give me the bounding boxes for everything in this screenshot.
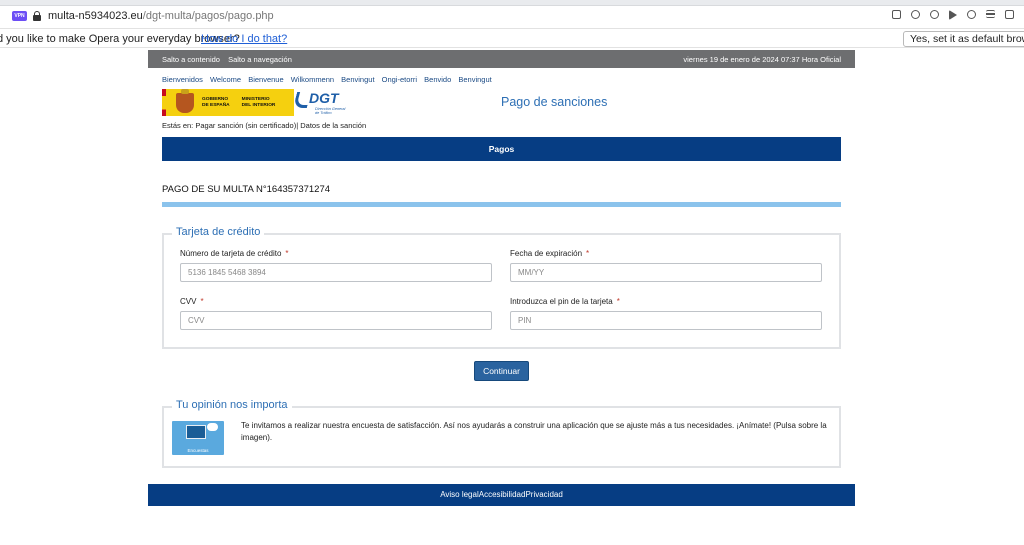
- cvv-input[interactable]: CVV: [180, 311, 492, 330]
- expiry-field: Fecha de expiración * MM/YY: [510, 249, 822, 282]
- set-default-button[interactable]: Yes, set it as default browser: [903, 31, 1024, 47]
- datetime: viernes 19 de enero de 2024 07:37 Hora O…: [683, 54, 841, 64]
- lang-link[interactable]: Benvingut: [458, 75, 491, 84]
- address-bar[interactable]: VPN multa-n5934023.eu/dgt-multa/pagos/pa…: [0, 6, 1024, 28]
- heart-icon[interactable]: [967, 10, 976, 19]
- chat-bubble-icon: [207, 423, 218, 431]
- coat-of-arms-icon: [176, 88, 194, 113]
- divider-bar: [162, 202, 841, 207]
- survey-text: Te invitamos a realizar nuestra encuesta…: [241, 421, 827, 442]
- skip-content-link[interactable]: Salto a contenido: [162, 55, 220, 64]
- pin-input[interactable]: PIN: [510, 311, 822, 330]
- gobierno-text: GOBIERNO DE ESPAÑA: [202, 96, 230, 108]
- survey-legend: Tu opinión nos importa: [172, 399, 292, 411]
- flag-stripe: [162, 89, 166, 116]
- card-form-legend: Tarjeta de crédito: [172, 226, 265, 238]
- survey-box: Tu opinión nos importa Encuestas Te invi…: [162, 399, 841, 468]
- menu-icon[interactable]: [986, 10, 995, 18]
- lang-link[interactable]: Benvingut: [341, 75, 374, 84]
- page-title: Pago de sanciones: [501, 95, 608, 109]
- tablet-icon: [186, 425, 206, 439]
- lang-link[interactable]: Welcome: [210, 75, 241, 84]
- lock-icon[interactable]: [33, 11, 41, 21]
- url-text[interactable]: multa-n5934023.eu/dgt-multa/pagos/pago.p…: [48, 10, 274, 22]
- card-form: Tarjeta de crédito Número de tarjeta de …: [162, 226, 841, 349]
- expiry-input[interactable]: MM/YY: [510, 263, 822, 282]
- play-icon[interactable]: [949, 10, 957, 20]
- ministerio-text: MINISTERIO DEL INTERIOR: [241, 96, 276, 108]
- top-gray-bar: Salto a contenido Salto a navegación vie…: [148, 50, 855, 68]
- footer-accessibility-link[interactable]: Accesibilidad: [479, 490, 526, 499]
- footer-legal-link[interactable]: Aviso legal: [440, 490, 479, 499]
- vpn-badge[interactable]: VPN: [12, 11, 27, 21]
- page-content: Salto a contenido Salto a navegación vie…: [148, 50, 855, 506]
- card-number-field: Número de tarjeta de crédito * 5136 1845 …: [180, 249, 492, 282]
- lang-link[interactable]: Benvido: [424, 75, 451, 84]
- multa-title: PAGO DE SU MULTA N°164357371274: [162, 184, 331, 195]
- lang-link[interactable]: Bienvenidos: [162, 75, 203, 84]
- survey-image[interactable]: Encuestas: [172, 421, 224, 455]
- infobar-link[interactable]: How do I do that?: [201, 33, 287, 45]
- download-icon[interactable]: [1005, 10, 1014, 19]
- section-bar: Pagos: [162, 137, 841, 161]
- camera-icon[interactable]: [911, 10, 920, 19]
- breadcrumb: Estás en: Pagar sanción (sin certificado…: [162, 121, 367, 130]
- site-header: GOBIERNO DE ESPAÑA MINISTERIO DEL INTERIOR…: [148, 88, 855, 121]
- default-browser-infobar: d you like to make Opera your everyday b…: [0, 28, 1024, 48]
- lang-link[interactable]: Bienvenue: [248, 75, 283, 84]
- browser-toolbar: [892, 10, 1014, 20]
- lang-link[interactable]: Ongi-etorri: [382, 75, 417, 84]
- footer: Aviso legalAccesibilidadPrivacidad: [148, 484, 855, 506]
- shield-icon[interactable]: [930, 10, 939, 19]
- language-links: Bienvenidos Welcome Bienvenue Wilkommenn…: [162, 75, 855, 84]
- edit-icon[interactable]: [892, 10, 901, 19]
- footer-privacy-link[interactable]: Privacidad: [525, 490, 562, 499]
- skip-nav-link[interactable]: Salto a navegación: [228, 55, 292, 64]
- gobierno-logo[interactable]: GOBIERNO DE ESPAÑA MINISTERIO DEL INTERIOR: [162, 88, 294, 116]
- lang-link[interactable]: Wilkommenn: [291, 75, 334, 84]
- dgt-logo[interactable]: DGT Dirección General de Tráfico: [292, 89, 351, 116]
- cvv-field: CVV * CVV: [180, 297, 492, 330]
- card-number-input[interactable]: 5136 1845 5468 3894: [180, 263, 492, 282]
- continue-button[interactable]: Continuar: [474, 361, 529, 381]
- pin-field: Introduzca el pin de la tarjeta * PIN: [510, 297, 822, 330]
